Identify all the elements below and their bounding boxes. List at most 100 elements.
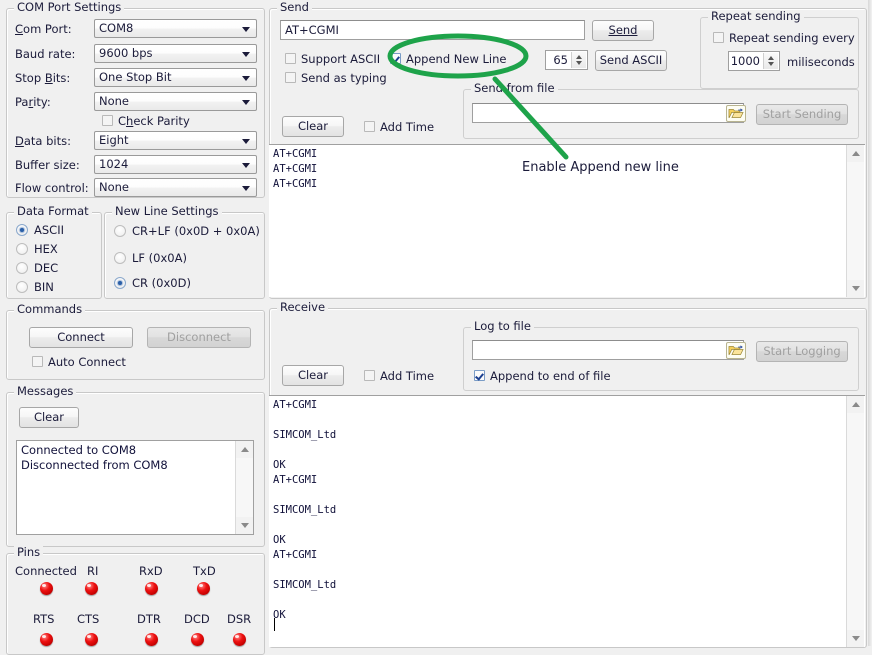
radio-label: ASCII — [34, 223, 64, 237]
scroll-up-icon[interactable] — [236, 441, 253, 458]
com-port-settings-group: COM Port Settings Com Port: COM8 Baud ra… — [6, 8, 265, 198]
start-logging-button[interactable]: Start Logging — [756, 341, 848, 362]
checkbox-box — [364, 121, 375, 132]
pin-label-dcd: DCD — [184, 612, 210, 626]
send-button-label: Send — [609, 23, 638, 37]
radio-label: LF (0x0A) — [132, 251, 187, 265]
repeat-sending-group: Repeat sending Repeat sending every 1000… — [700, 17, 859, 89]
messages-group: Messages Clear Connected to COM8 Disconn… — [6, 392, 265, 547]
receive-log-area[interactable]: AT+CGMI SIMCOM_Ltd OK AT+CGMI SIMCOM_Ltd… — [269, 395, 865, 647]
scroll-down-icon[interactable] — [236, 517, 253, 534]
baud-rate-select[interactable]: 9600 bps — [94, 44, 257, 63]
pins-group: Pins Connected RI RxD TxD RTS CTS DTR DC… — [6, 553, 265, 655]
radio-dot — [114, 252, 126, 264]
stop-bits-label: Stop Bits: — [15, 71, 70, 85]
send-as-typing-checkbox[interactable]: Send as typing — [285, 71, 387, 85]
receive-add-time-checkbox[interactable]: Add Time — [364, 369, 434, 383]
send-as-typing-label: Send as typing — [301, 71, 387, 85]
chevron-down-icon — [242, 163, 250, 168]
folder-open-icon[interactable] — [726, 105, 746, 122]
send-group: Send AT+CGMI Send Support ASCII Append N… — [269, 8, 867, 299]
pin-led-cts — [85, 633, 98, 646]
radio-newline-cr[interactable]: CR (0x0D) — [114, 276, 191, 290]
send-button[interactable]: Send — [592, 20, 654, 41]
radio-dot — [114, 225, 126, 237]
check-parity-checkbox[interactable]: Check Parity — [102, 114, 190, 128]
scroll-down-icon[interactable] — [847, 280, 864, 297]
send-command-input[interactable]: AT+CGMI — [280, 20, 585, 40]
flow-control-select[interactable]: None — [94, 178, 257, 197]
radio-data-format-dec[interactable]: DEC — [16, 261, 58, 275]
radio-newline-lf[interactable]: LF (0x0A) — [114, 251, 187, 265]
radio-data-format-bin[interactable]: BIN — [16, 280, 54, 294]
send-title: Send — [277, 1, 312, 13]
spinner-down-icon[interactable] — [572, 60, 586, 68]
baud-rate-label: Baud rate: — [15, 47, 75, 61]
send-log-scrollbar[interactable] — [846, 145, 864, 297]
append-new-line-checkbox[interactable]: Append New Line — [390, 52, 507, 66]
check-parity-label: Check Parity — [118, 114, 190, 128]
parity-value: None — [99, 94, 129, 108]
checkbox-box — [364, 370, 375, 381]
chevron-down-icon — [242, 186, 250, 191]
scroll-up-icon[interactable] — [847, 145, 864, 162]
support-ascii-checkbox[interactable]: Support ASCII — [285, 52, 380, 66]
messages-log[interactable]: Connected to COM8 Disconnected from COM8 — [16, 440, 254, 535]
disconnect-button[interactable]: Disconnect — [147, 327, 251, 348]
spinner-up-icon[interactable] — [572, 52, 586, 60]
folder-open-icon[interactable] — [726, 342, 746, 359]
messages-clear-button[interactable]: Clear — [19, 407, 79, 428]
buffer-size-select[interactable]: 1024 — [94, 155, 257, 174]
log-file-path-input[interactable] — [472, 340, 744, 360]
parity-select[interactable]: None — [94, 92, 257, 111]
append-end-of-file-checkbox[interactable]: Append to end of file — [474, 369, 611, 383]
radio-dot — [16, 262, 28, 274]
data-bits-select[interactable]: Eight — [94, 131, 257, 150]
data-format-title: Data Format — [14, 205, 92, 217]
spinner-down-icon[interactable] — [764, 61, 778, 69]
messages-scrollbar[interactable] — [235, 441, 253, 534]
receive-clear-button[interactable]: Clear — [282, 365, 344, 386]
spinner-buttons[interactable] — [763, 53, 778, 69]
append-end-of-file-label: Append to end of file — [490, 369, 611, 383]
repeat-sending-checkbox[interactable]: Repeat sending every — [713, 31, 855, 45]
repeat-sending-title: Repeat sending — [708, 10, 804, 22]
auto-connect-checkbox[interactable]: Auto Connect — [32, 355, 126, 369]
pin-led-ri — [85, 582, 98, 595]
send-ascii-button[interactable]: Send ASCII — [595, 50, 667, 71]
start-sending-button[interactable]: Start Sending — [756, 104, 848, 125]
checkbox-box — [102, 115, 113, 126]
ascii-code-spinner[interactable]: 65 — [545, 50, 588, 70]
radio-data-format-ascii[interactable]: ASCII — [16, 223, 64, 237]
annotation-text: Enable Append new line — [522, 160, 679, 175]
spinner-up-icon[interactable] — [764, 53, 778, 61]
send-clear-button[interactable]: Clear — [282, 116, 344, 137]
repeat-sending-label: Repeat sending every — [729, 31, 855, 45]
new-line-settings-title: New Line Settings — [112, 205, 222, 217]
stop-bits-select[interactable]: One Stop Bit — [94, 68, 257, 87]
data-bits-label: Data bits: — [15, 134, 71, 148]
radio-data-format-hex[interactable]: HEX — [16, 242, 58, 256]
parity-label: Parity: — [15, 95, 51, 109]
chevron-down-icon — [242, 139, 250, 144]
spinner-buttons[interactable] — [571, 52, 586, 68]
connect-button[interactable]: Connect — [29, 327, 133, 348]
radio-newline-crlf[interactable]: CR+LF (0x0D + 0x0A) — [114, 224, 260, 238]
send-file-path-input[interactable] — [472, 103, 744, 123]
scroll-up-icon[interactable] — [847, 396, 864, 413]
scroll-down-icon[interactable] — [847, 630, 864, 647]
pin-led-dtr — [145, 633, 158, 646]
com-port-value: COM8 — [99, 21, 133, 35]
chevron-down-icon — [242, 27, 250, 32]
repeat-interval-spinner[interactable]: 1000 — [728, 51, 780, 71]
receive-log-scrollbar[interactable] — [846, 396, 864, 647]
pins-title: Pins — [14, 546, 43, 558]
chevron-down-icon — [242, 52, 250, 57]
radio-label: CR (0x0D) — [132, 276, 191, 290]
ascii-code-value: 65 — [546, 51, 571, 69]
log-to-file-group: Log to file Start Logging Append to end … — [463, 327, 859, 391]
auto-connect-label: Auto Connect — [48, 355, 126, 369]
com-port-select[interactable]: COM8 — [94, 19, 257, 38]
send-add-time-checkbox[interactable]: Add Time — [364, 120, 434, 134]
pin-label-dsr: DSR — [227, 612, 251, 626]
